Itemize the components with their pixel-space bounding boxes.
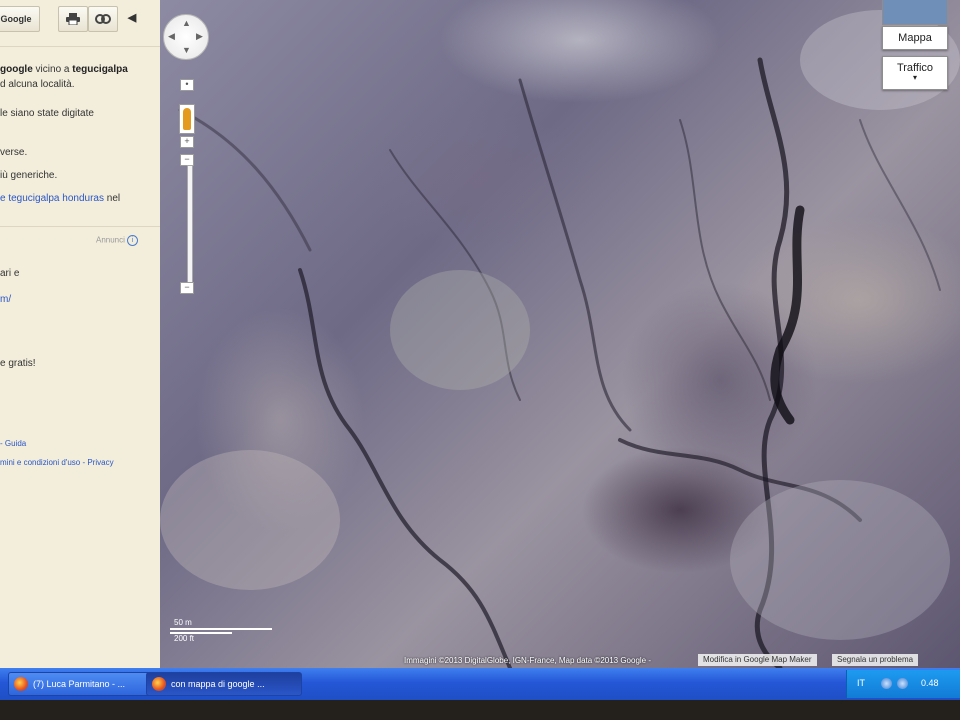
- link-icon: [95, 14, 111, 24]
- windows-taskbar: (7) Luca Parmitano - ... con mappa di go…: [0, 668, 960, 700]
- scale-metric-label: 50 m: [174, 618, 192, 627]
- google-search-button[interactable]: Google: [0, 6, 40, 32]
- left-panel: Google ◀ google vicino a tegucigalpa d a…: [0, 0, 161, 668]
- link-button[interactable]: [88, 6, 118, 32]
- zoom-in-button[interactable]: +: [180, 136, 194, 148]
- tip-line-1: le siano state digitate: [0, 108, 94, 119]
- terrain-imagery: [160, 10, 960, 668]
- pegman-street-view[interactable]: [179, 104, 195, 134]
- ad-text-2: e gratis!: [0, 358, 36, 369]
- taskbar-item-facebook[interactable]: (7) Luca Parmitano - ...: [8, 672, 154, 696]
- pegman-icon: [183, 108, 191, 130]
- suggestion-link[interactable]: e tegucigalpa honduras: [0, 193, 104, 204]
- suggestion-line: e tegucigalpa honduras nel: [0, 193, 120, 204]
- scale-bar-metric: [170, 628, 272, 630]
- chevron-down-icon: ▾: [912, 73, 917, 82]
- pan-left-icon[interactable]: ◀: [168, 31, 175, 42]
- pan-down-icon[interactable]: ▼: [182, 45, 191, 55]
- result-message-line2: d alcuna località.: [0, 79, 75, 90]
- panel-toolbar: Google ◀: [0, 6, 148, 32]
- chevron-left-icon: ◀: [127, 12, 137, 24]
- monitor-bezel: [0, 700, 960, 720]
- traffic-button[interactable]: Traffico ▾: [882, 56, 948, 90]
- panel-divider: [0, 46, 160, 47]
- taskbar-item-google-maps[interactable]: con mappa di google ...: [146, 672, 302, 696]
- clock: 0.48: [921, 678, 939, 688]
- pan-right-icon[interactable]: ▶: [196, 31, 203, 42]
- report-problem-link[interactable]: Segnala un problema: [832, 654, 919, 666]
- scale-imperial-label: 200 ft: [174, 634, 195, 643]
- ad-text-1: ari e: [0, 268, 20, 279]
- zoom-slider-track[interactable]: [187, 165, 193, 289]
- taskbar-item-label: (7) Luca Parmitano - ...: [33, 679, 126, 689]
- edit-in-map-maker-link[interactable]: Modifica in Google Map Maker: [698, 654, 817, 666]
- result-message-line1: google vicino a tegucigalpa: [0, 64, 128, 75]
- pan-up-icon[interactable]: ▲: [182, 18, 191, 28]
- tip-line-2: verse.: [0, 147, 28, 158]
- system-tray: IT 0.48: [846, 670, 960, 698]
- footer-help-link[interactable]: - Guida: [0, 439, 26, 448]
- map-type-thumbnail[interactable]: [882, 0, 948, 25]
- volume-icon[interactable]: [897, 678, 908, 689]
- pan-control[interactable]: ▲ ▼ ◀ ▶: [163, 14, 209, 60]
- info-icon[interactable]: i: [127, 235, 139, 246]
- result-query-term: google: [0, 64, 33, 75]
- network-icon[interactable]: [881, 678, 892, 689]
- panel-divider-ads: [0, 226, 160, 227]
- tip-line-3: iù generiche.: [0, 170, 58, 181]
- suggestion-suffix: nel: [103, 193, 121, 204]
- print-button[interactable]: [58, 6, 88, 32]
- map-scale: 50 m 200 ft: [170, 618, 278, 644]
- taskbar-item-label: con mappa di google ...: [171, 679, 265, 689]
- map-attribution: Immagini ©2013 DigitalGlobe, IGN-France,…: [404, 656, 652, 665]
- satellite-map[interactable]: ▲ ▼ ◀ ▶ • + − − Mappa Traffico ▾ 50 m 20…: [160, 0, 960, 668]
- ads-label: Annunci: [96, 235, 125, 245]
- collapse-panel-button[interactable]: ◀: [124, 6, 140, 30]
- zoom-out-button[interactable]: −: [180, 282, 194, 294]
- language-indicator[interactable]: IT: [857, 678, 865, 688]
- ad-link[interactable]: m/: [0, 294, 11, 305]
- map-type-button[interactable]: Mappa: [882, 26, 948, 50]
- footer-terms-link[interactable]: mini e condizioni d'uso - Privacy: [0, 458, 114, 467]
- firefox-icon: [14, 677, 28, 691]
- ads-label-row: Annunci i: [96, 235, 139, 246]
- result-connector: vicino a: [32, 64, 73, 75]
- result-location-term: tegucigalpa: [72, 64, 128, 75]
- zoom-reset-button[interactable]: •: [180, 79, 194, 91]
- firefox-icon: [152, 677, 166, 691]
- printer-icon: [66, 13, 80, 26]
